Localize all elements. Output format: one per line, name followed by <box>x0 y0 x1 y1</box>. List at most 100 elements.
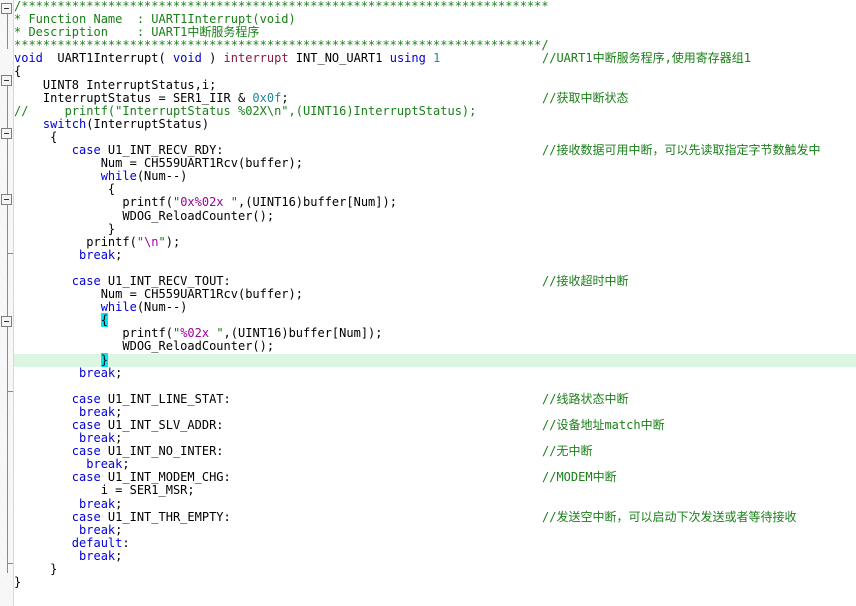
code-line[interactable]: break; <box>14 523 856 537</box>
code-token-kw: break <box>79 496 116 511</box>
code-line-content: case U1_INT_RECV_RDY: <box>14 143 224 157</box>
code-line[interactable]: WDOG_ReloadCounter(); <box>14 340 856 353</box>
code-line[interactable]: case U1_INT_LINE_STAT: //线路状态中断 <box>14 392 856 406</box>
code-token-kw: switch <box>42 116 87 131</box>
code-token-pl: ; <box>115 431 123 446</box>
code-line[interactable]: case U1_INT_NO_INTER://无中断 <box>14 445 856 458</box>
code-line-content: InterruptStatus = SER1_IIR & 0x0f; <box>14 91 289 105</box>
code-line[interactable]: void UART1Interrupt( void ) interrupt IN… <box>14 52 856 65</box>
code-editor-window[interactable]: /***************************************… <box>0 0 856 606</box>
code-line-content: case U1_INT_SLV_ADDR: <box>14 418 224 432</box>
code-line-content: break; <box>14 497 122 511</box>
code-token-num: 0x0f <box>252 90 282 105</box>
code-line[interactable]: i = SER1_MSR; <box>14 484 856 497</box>
code-token-pl: UINT8 InterruptStatus,i; <box>14 77 217 92</box>
code-line-content: WDOG_ReloadCounter(); <box>14 339 274 353</box>
code-token-esc: 0x%02x <box>180 195 224 210</box>
code-line[interactable]: while(Num--) <box>14 170 856 183</box>
fold-collapse-box-4[interactable] <box>1 316 12 327</box>
fold-range-end-tick-0 <box>7 253 13 254</box>
code-token-kw: case <box>71 391 101 406</box>
code-line-content: } <box>14 562 57 576</box>
code-token-pl: printf( <box>14 234 137 249</box>
code-token-kw: break <box>79 247 116 262</box>
code-line[interactable]: break; <box>14 247 856 262</box>
fold-collapse-box-0[interactable] <box>1 3 12 14</box>
code-line[interactable]: break; <box>14 365 856 380</box>
code-line[interactable]: default: <box>14 536 856 550</box>
code-line[interactable]: } <box>14 562 856 576</box>
code-token-cm: // printf("InterruptStatus %02X\n",(UINT… <box>14 103 477 118</box>
brace-match-highlight: } <box>100 352 108 367</box>
code-folding-margin[interactable] <box>0 0 14 606</box>
code-token-pl: { <box>14 129 58 144</box>
fold-range-line-0 <box>7 9 8 49</box>
code-line-content: break; <box>14 549 122 563</box>
code-line-content: case U1_INT_THR_EMPTY: <box>14 510 231 524</box>
code-token-kw: break <box>79 404 116 419</box>
code-line[interactable]: case U1_INT_THR_EMPTY: //发送空中断，可以启动下次发送或者… <box>14 509 856 524</box>
code-line[interactable]: printf("\n"); <box>14 234 856 249</box>
code-line-content: break; <box>14 431 122 445</box>
code-token-kw: break <box>79 548 116 563</box>
fold-range-end-tick-2 <box>7 563 13 564</box>
code-token-kw: void <box>172 51 202 66</box>
trailing-comment: //发送空中断，可以启动下次发送或者等待接收 <box>542 509 797 524</box>
code-line-content: { <box>14 64 21 78</box>
code-token-pl: U1_INT_RECV_TOUT: <box>100 273 231 288</box>
code-token-pl: (Num--) <box>136 169 188 184</box>
code-line[interactable]: switch(InterruptStatus) <box>14 117 856 131</box>
code-line-content: } <box>14 222 115 236</box>
code-line-content: break; <box>14 405 122 419</box>
code-line-content: default: <box>14 536 130 550</box>
code-line-content: WDOG_ReloadCounter(); <box>14 209 274 223</box>
code-line-content: } <box>14 575 21 589</box>
code-line[interactable]: while(Num--) <box>14 301 856 314</box>
code-line-content: Num = CH559UART1Rcv(buffer); <box>14 287 303 301</box>
code-line[interactable]: } <box>14 352 856 367</box>
code-token-pl: (Num--) <box>136 300 188 315</box>
code-token-irq: interrupt <box>223 51 289 66</box>
trailing-comment: //UART1中断服务程序,使用寄存器组1 <box>542 51 752 66</box>
code-line[interactable]: } <box>14 576 856 589</box>
code-token-pl: ; <box>115 365 123 380</box>
code-line-content: case U1_INT_LINE_STAT: <box>14 392 231 406</box>
code-token-pl: InterruptStatus = SER1_IIR & <box>14 90 253 105</box>
code-line-content: * Function Name : UART1Interrupt(void) <box>14 12 296 26</box>
code-line[interactable]: break; <box>14 549 856 563</box>
code-token-pl: i = SER1_MSR; <box>14 483 195 498</box>
code-token-pl: ; <box>281 90 289 105</box>
code-line[interactable]: WDOG_ReloadCounter(); <box>14 209 856 223</box>
fold-collapse-box-2[interactable] <box>1 128 12 139</box>
code-token-kw: case <box>71 509 101 524</box>
code-line-content: switch(InterruptStatus) <box>14 117 209 131</box>
trailing-comment: //无中断 <box>542 444 593 459</box>
code-token-pl: U1_INT_SLV_ADDR: <box>100 418 224 432</box>
code-token-pl: WDOG_ReloadCounter(); <box>14 339 275 354</box>
code-token-pl: Num = CH559UART1Rcv(buffer); <box>14 287 303 302</box>
trailing-comment: //MODEM中断 <box>542 470 617 485</box>
code-line[interactable]: case U1_INT_SLV_ADDR: //设备地址match中断 <box>14 418 856 432</box>
code-token-pl: ; <box>115 548 123 563</box>
code-token-pl: WDOG_ReloadCounter(); <box>14 208 275 223</box>
code-line-content: } <box>14 352 108 367</box>
fold-collapse-box-3[interactable] <box>1 194 12 205</box>
fold-collapse-box-1[interactable] <box>1 75 12 86</box>
code-line-content: { <box>14 130 57 144</box>
fold-range-end-tick-1 <box>7 391 13 392</box>
trailing-comment: //接收数据可用中断，可以先读取指定字节数触发中 <box>542 143 821 158</box>
code-token-pl: ); <box>165 234 181 249</box>
code-text-area[interactable]: /***************************************… <box>14 0 856 606</box>
